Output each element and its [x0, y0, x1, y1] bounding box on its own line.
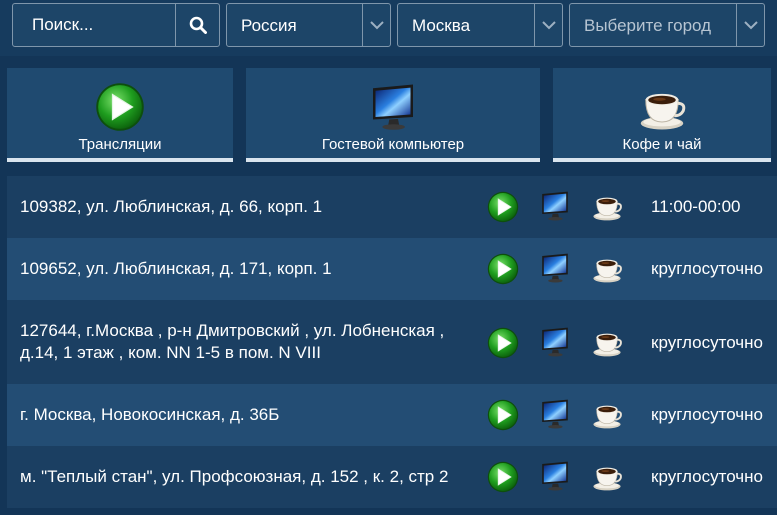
chevron-down-icon	[736, 4, 764, 46]
list-item[interactable]: г. Москва, Новокосинская, д. 36Б круглос…	[7, 384, 777, 446]
city-select-value: Москва	[412, 16, 471, 35]
tile-guest-computer[interactable]: Гостевой компьютер	[246, 68, 540, 162]
monitor-icon	[539, 460, 571, 492]
second-city-select-placeholder: Выберите город	[584, 16, 712, 35]
play-icon	[487, 253, 519, 285]
location-hours: круглосуточно	[651, 333, 763, 352]
monitor-icon	[539, 398, 571, 430]
location-address: м. "Теплый стан", ул. Профсоюзная, д. 15…	[20, 467, 449, 486]
play-icon	[95, 82, 145, 132]
location-hours: круглосуточно	[651, 405, 763, 424]
filter-bar: Россия Москва Выберите город	[0, 0, 777, 56]
monitor-icon	[539, 190, 571, 222]
tile-coffee-tea-label: Кофе и чай	[622, 136, 702, 153]
monitor-icon	[368, 82, 418, 132]
city-select[interactable]: Москва	[397, 3, 563, 47]
coffee-cup-icon	[591, 252, 623, 284]
coffee-cup-icon	[591, 326, 623, 358]
location-address: 109382, ул. Люблинская, д. 66, корп. 1	[20, 197, 323, 216]
play-icon	[487, 327, 519, 359]
location-address: 109652, ул. Люблинская, д. 171, корп. 1	[20, 259, 332, 278]
list-item[interactable]: 109652, ул. Люблинская, д. 171, корп. 1 …	[7, 238, 777, 300]
location-hours: круглосуточно	[651, 259, 763, 278]
country-select[interactable]: Россия	[226, 3, 391, 47]
location-hours: круглосуточно	[651, 467, 763, 486]
search-input[interactable]	[13, 4, 175, 46]
location-hours: 11:00-00:00	[651, 197, 741, 216]
monitor-icon	[539, 326, 571, 358]
tile-guest-computer-label: Гостевой компьютер	[321, 136, 465, 153]
list-item[interactable]: м. "Теплый стан", ул. Профсоюзная, д. 15…	[7, 446, 777, 508]
play-icon	[487, 461, 519, 493]
chevron-down-icon	[362, 4, 390, 46]
chevron-down-icon	[534, 4, 562, 46]
play-icon	[487, 191, 519, 223]
country-select-value: Россия	[241, 16, 297, 35]
search-box	[12, 3, 220, 47]
search-button[interactable]	[175, 4, 220, 46]
monitor-icon	[539, 252, 571, 284]
location-address: 127644, г.Москва , р-н Дмитровский , ул.…	[20, 321, 445, 362]
search-icon	[189, 16, 207, 34]
tile-streams[interactable]: Трансляции	[7, 68, 233, 162]
list-item[interactable]: 127644, г.Москва , р-н Дмитровский , ул.…	[7, 300, 777, 384]
coffee-cup-icon	[591, 460, 623, 492]
location-address: г. Москва, Новокосинская, д. 36Б	[20, 405, 280, 424]
coffee-cup-icon	[637, 82, 687, 132]
list-item[interactable]: 109382, ул. Люблинская, д. 66, корп. 1 1…	[7, 176, 777, 238]
play-icon	[487, 399, 519, 431]
coffee-cup-icon	[591, 190, 623, 222]
tile-streams-label: Трансляции	[78, 136, 162, 153]
tile-coffee-tea[interactable]: Кофе и чай	[553, 68, 771, 162]
second-city-select[interactable]: Выберите город	[569, 3, 765, 47]
coffee-cup-icon	[591, 398, 623, 430]
